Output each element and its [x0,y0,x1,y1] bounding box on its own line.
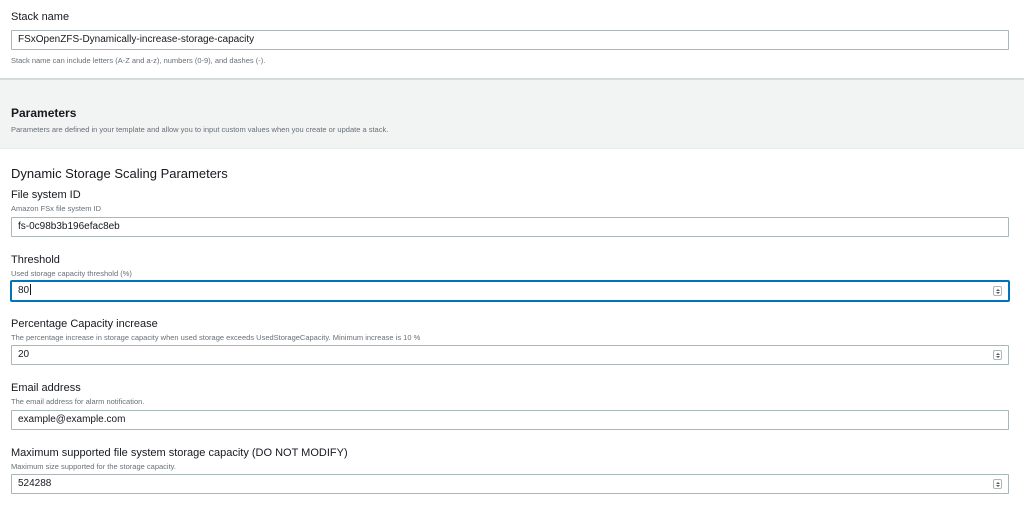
file-system-id-label: File system ID [11,189,81,201]
parameters-description: Parameters are defined in your template … [11,125,389,134]
percentage-increase-label: Percentage Capacity increase [11,318,158,330]
percentage-increase-input[interactable]: 20 [11,345,1009,365]
file-system-id-description: Amazon FSx file system ID [11,204,102,213]
percentage-increase-description: The percentage increase in storage capac… [11,333,421,342]
email-description: The email address for alarm notification… [11,397,145,406]
stack-name-input[interactable]: FSxOpenZFS-Dynamically-increase-storage-… [11,30,1009,50]
group-title: Dynamic Storage Scaling Parameters [11,166,228,181]
number-spinner-icon[interactable] [993,286,1002,296]
email-input[interactable]: example@example.com [11,410,1009,430]
max-capacity-label: Maximum supported file system storage ca… [11,447,348,459]
percentage-increase-value: 20 [18,349,30,360]
stack-name-label: Stack name [11,11,70,23]
max-capacity-value: 524288 [18,478,52,489]
stack-name-section: Stack name FSxOpenZFS-Dynamically-increa… [0,0,1024,78]
email-label: Email address [11,382,81,394]
threshold-input[interactable]: 80 [11,281,1009,301]
number-spinner-icon[interactable] [993,479,1002,489]
threshold-label: Threshold [11,254,60,266]
stack-name-hint: Stack name can include letters (A-Z and … [11,56,266,65]
max-capacity-input[interactable]: 524288 [11,474,1009,494]
number-spinner-icon[interactable] [993,350,1002,360]
threshold-description: Used storage capacity threshold (%) [11,269,132,278]
file-system-id-input[interactable]: fs-0c98b3b196efac8eb [11,217,1009,237]
threshold-value: 80 [18,285,30,296]
text-caret [30,284,32,295]
max-capacity-description: Maximum size supported for the storage c… [11,462,176,471]
parameters-header: Parameters Parameters are defined in you… [0,80,1024,149]
parameters-title: Parameters [11,106,77,120]
